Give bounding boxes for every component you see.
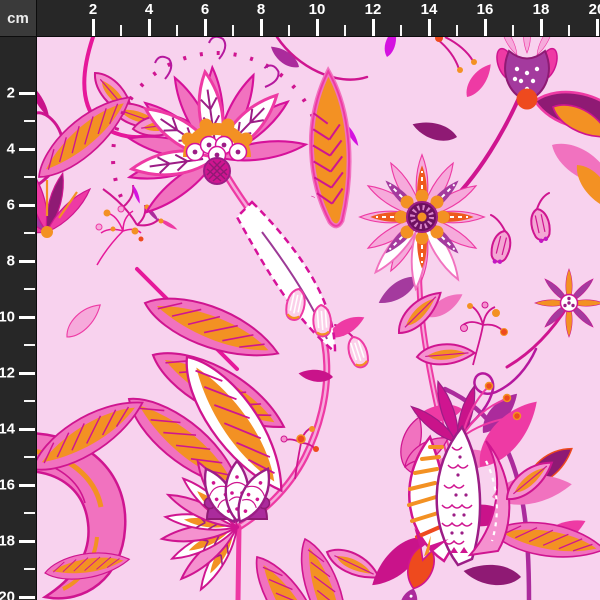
top-ruler-label-12: 12 [365, 1, 382, 18]
left-ruler-label-14: 14 [0, 422, 15, 437]
top-major-tick-6 [204, 19, 207, 36]
top-minor-tick-5 [176, 25, 178, 36]
fabric-ruler-image: 2 4 6 8 10 12 14 16 18 20 2 4 6 8 10 12 14 16 18 20 cm [0, 0, 600, 600]
top-minor-tick-17 [512, 25, 514, 36]
top-minor-tick-19 [568, 25, 570, 36]
left-minor-tick-7 [24, 232, 35, 234]
left-ruler-label-10: 10 [0, 310, 15, 325]
left-ruler-label-8: 8 [7, 254, 15, 269]
fabric-swatch [37, 37, 600, 600]
top-minor-tick-13 [400, 25, 402, 36]
top-ruler-label-10: 10 [309, 1, 326, 18]
top-ruler-label-14: 14 [421, 1, 438, 18]
left-minor-tick-17 [24, 512, 35, 514]
left-ruler-label-18: 18 [0, 534, 15, 549]
top-ruler-label-6: 6 [201, 1, 209, 18]
top-minor-tick-9 [288, 25, 290, 36]
top-ruler-label-18: 18 [533, 1, 550, 18]
left-minor-tick-9 [24, 288, 35, 290]
left-minor-tick-15 [24, 456, 35, 458]
top-major-tick-12 [372, 19, 375, 36]
ruler-unit-label: cm [7, 10, 29, 27]
left-minor-tick-11 [24, 344, 35, 346]
left-major-tick-6 [19, 204, 35, 207]
left-minor-tick-19 [24, 568, 35, 570]
left-ruler-label-16: 16 [0, 478, 15, 493]
left-major-tick-16 [19, 484, 35, 487]
top-major-tick-14 [428, 19, 431, 36]
top-major-tick-8 [260, 19, 263, 36]
top-ruler-label-16: 16 [477, 1, 494, 18]
left-major-tick-20 [19, 596, 35, 599]
left-major-tick-10 [19, 316, 35, 319]
left-major-tick-8 [19, 260, 35, 263]
top-minor-tick-7 [232, 25, 234, 36]
top-minor-tick-3 [120, 25, 122, 36]
top-major-tick-20 [596, 19, 599, 36]
left-minor-tick-3 [24, 120, 35, 122]
left-minor-tick-5 [24, 176, 35, 178]
left-major-tick-4 [19, 148, 35, 151]
left-ruler-label-20: 20 [0, 590, 15, 600]
left-major-tick-2 [19, 92, 35, 95]
left-ruler-label-12: 12 [0, 366, 15, 381]
top-ruler-label-4: 4 [145, 1, 153, 18]
left-ruler-label-6: 6 [7, 198, 15, 213]
left-major-tick-14 [19, 428, 35, 431]
left-major-tick-18 [19, 540, 35, 543]
top-minor-tick-11 [344, 25, 346, 36]
left-major-tick-12 [19, 372, 35, 375]
ruler-top: 2 4 6 8 10 12 14 16 18 20 [0, 0, 600, 37]
top-major-tick-18 [540, 19, 543, 36]
top-major-tick-10 [316, 19, 319, 36]
top-major-tick-2 [92, 19, 95, 36]
top-major-tick-4 [148, 19, 151, 36]
top-ruler-label-2: 2 [89, 1, 97, 18]
ruler-left: 2 4 6 8 10 12 14 16 18 20 [0, 0, 37, 600]
left-ruler-label-4: 4 [7, 142, 15, 157]
ruler-unit-box: cm [0, 0, 37, 37]
top-ruler-label-8: 8 [257, 1, 265, 18]
top-ruler-label-20: 20 [589, 1, 600, 18]
left-ruler-label-2: 2 [7, 86, 15, 101]
left-minor-tick-13 [24, 400, 35, 402]
top-major-tick-16 [484, 19, 487, 36]
top-minor-tick-15 [456, 25, 458, 36]
